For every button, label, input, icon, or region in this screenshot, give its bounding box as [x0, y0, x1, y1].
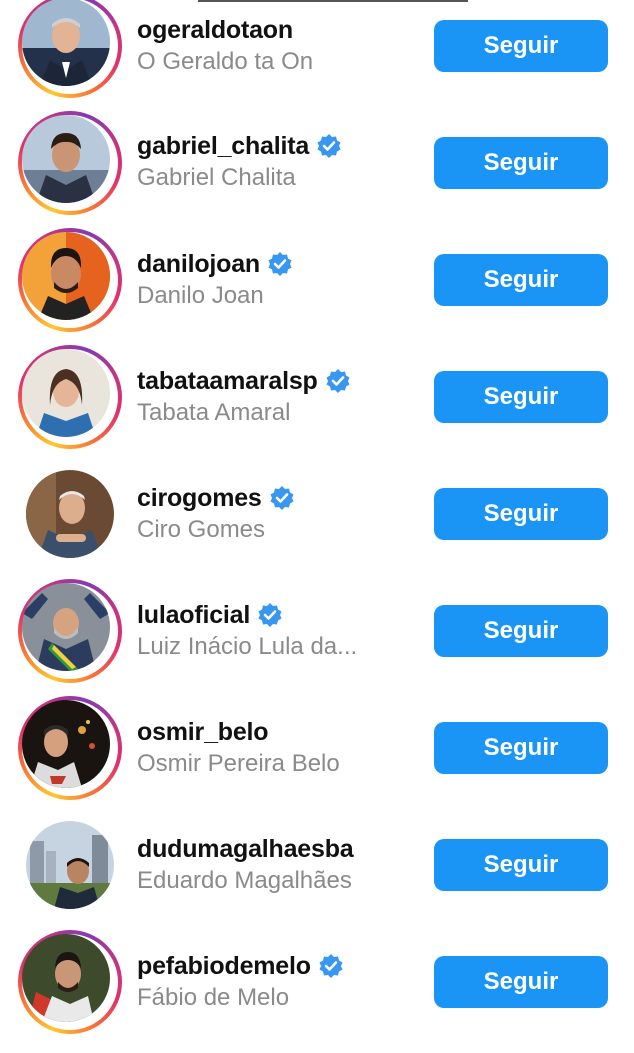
follow-button[interactable]: Seguir: [434, 371, 608, 423]
account-row[interactable]: pefabiodemelo Fábio de Melo Seguir: [0, 930, 634, 1053]
full-name: Eduardo Magalhães: [137, 867, 352, 894]
username[interactable]: gabriel_chalita: [137, 132, 309, 161]
username[interactable]: pefabiodemelo: [137, 952, 311, 981]
avatar: [22, 349, 110, 437]
avatar-story-ring[interactable]: [18, 0, 122, 98]
account-row[interactable]: danilojoan Danilo Joan Seguir: [0, 228, 634, 351]
avatar: [22, 115, 110, 203]
verified-badge-icon: [258, 603, 282, 627]
full-name: Danilo Joan: [137, 282, 264, 309]
verified-badge-icon: [326, 369, 350, 393]
username[interactable]: ogeraldotaon: [137, 16, 293, 45]
follow-button[interactable]: Seguir: [434, 722, 608, 774]
avatar-story-ring[interactable]: [18, 228, 122, 332]
account-row[interactable]: tabataamaralsp Tabata Amaral Seguir: [0, 345, 634, 468]
account-row[interactable]: cirogomes Ciro Gomes Seguir: [0, 468, 634, 585]
full-name: Tabata Amaral: [137, 399, 291, 426]
account-row[interactable]: osmir_belo Osmir Pereira Belo Seguir: [0, 696, 634, 819]
full-name: Ciro Gomes: [137, 516, 266, 543]
avatar: [22, 700, 110, 788]
avatar: [22, 583, 110, 671]
avatar: [22, 934, 110, 1022]
verified-badge-icon: [317, 134, 341, 158]
avatar-wrapper[interactable]: [18, 462, 122, 566]
full-name: O Geraldo ta On: [137, 48, 314, 75]
follow-button[interactable]: Seguir: [434, 137, 608, 189]
account-row[interactable]: lulaoficial Luiz Inácio Lula da... Segui…: [0, 579, 634, 702]
account-row[interactable]: gabriel_chalita Gabriel Chalita Seguir: [0, 111, 634, 234]
verified-badge-icon: [319, 954, 343, 978]
username[interactable]: cirogomes: [137, 484, 262, 513]
follow-button[interactable]: Seguir: [434, 20, 608, 72]
avatar-story-ring[interactable]: [18, 696, 122, 800]
avatar-wrapper[interactable]: [18, 813, 122, 917]
avatar-story-ring[interactable]: [18, 579, 122, 683]
avatar-story-ring[interactable]: [18, 930, 122, 1034]
verified-badge-icon: [270, 486, 294, 510]
avatar: [22, 232, 110, 320]
username[interactable]: danilojoan: [137, 250, 260, 279]
follow-button[interactable]: Seguir: [434, 254, 608, 306]
username[interactable]: tabataamaralsp: [137, 367, 318, 396]
full-name: Luiz Inácio Lula da...: [137, 633, 358, 660]
account-row[interactable]: dudumagalhaesba Eduardo Magalhães Seguir: [0, 819, 634, 936]
username[interactable]: lulaoficial: [137, 601, 250, 630]
avatar-story-ring[interactable]: [18, 111, 122, 215]
full-name: Osmir Pereira Belo: [137, 750, 340, 777]
avatar: [22, 0, 110, 86]
avatar-story-ring[interactable]: [18, 345, 122, 449]
avatar: [26, 470, 114, 558]
follow-button[interactable]: Seguir: [434, 839, 608, 891]
full-name: Fábio de Melo: [137, 984, 290, 1011]
full-name: Gabriel Chalita: [137, 164, 296, 191]
verified-badge-icon: [268, 252, 292, 276]
avatar: [26, 821, 114, 909]
account-row[interactable]: ogeraldotaon O Geraldo ta On Seguir: [0, 0, 634, 117]
follow-button[interactable]: Seguir: [434, 605, 608, 657]
follow-button[interactable]: Seguir: [434, 956, 608, 1008]
follow-button[interactable]: Seguir: [434, 488, 608, 540]
username[interactable]: dudumagalhaesba: [137, 835, 354, 864]
username[interactable]: osmir_belo: [137, 718, 269, 747]
